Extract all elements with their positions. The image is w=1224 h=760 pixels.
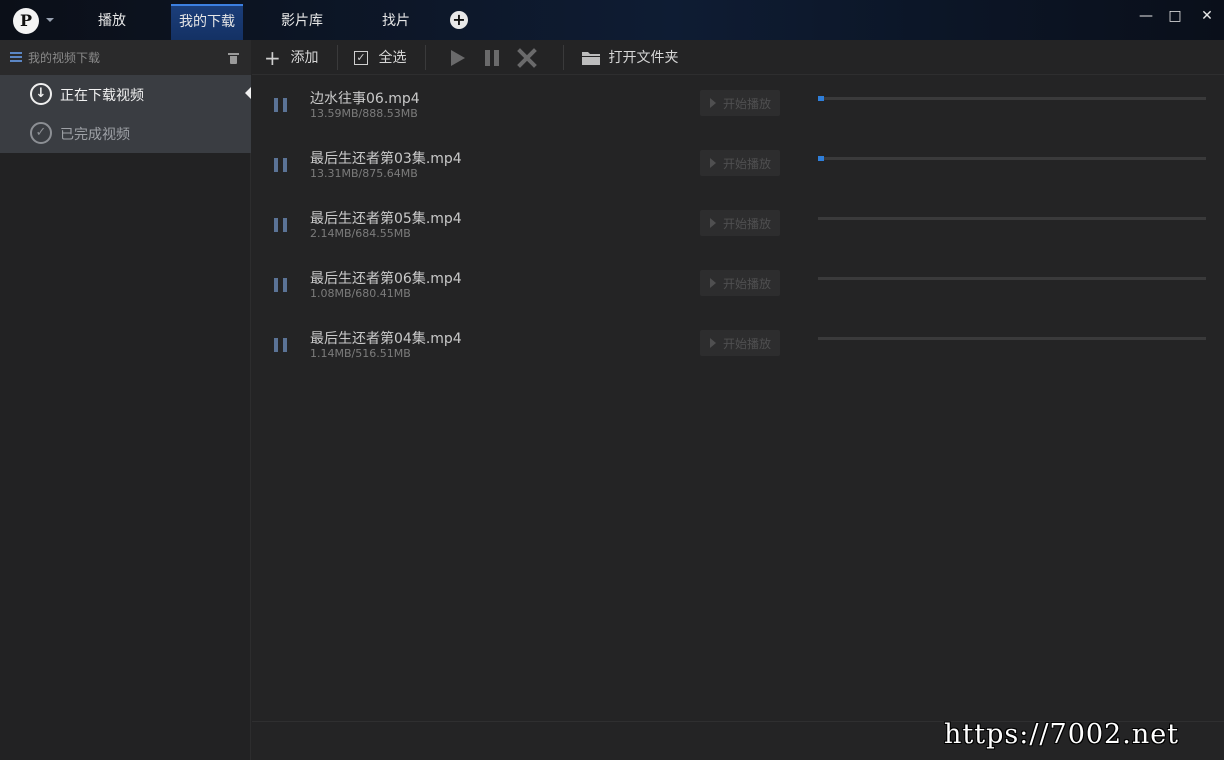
start-play-label: 开始播放 <box>723 217 772 231</box>
pause-icon[interactable] <box>274 278 288 292</box>
sidebar-items: ↓ 正在下载视频 ✓ 已完成视频 <box>0 75 251 153</box>
file-size: 2.14MB/684.55MB <box>310 227 411 240</box>
file-name: 最后生还者第05集.mp4 <box>310 211 462 227</box>
start-play-label: 开始播放 <box>723 157 772 171</box>
start-play-button[interactable]: 开始播放 <box>700 150 780 176</box>
sidebar-item-downloading[interactable]: ↓ 正在下载视频 <box>0 75 251 114</box>
pause-all-icon[interactable] <box>482 48 502 68</box>
list-icon <box>10 52 22 63</box>
trash-icon[interactable] <box>228 52 239 64</box>
app-logo[interactable]: P <box>13 8 39 34</box>
add-tab-button[interactable]: + <box>450 11 468 29</box>
start-play-label: 开始播放 <box>723 97 772 111</box>
check-circle-icon: ✓ <box>30 122 52 144</box>
progress-fill <box>818 96 824 101</box>
progress-bar <box>818 156 1206 161</box>
chevron-down-icon[interactable] <box>46 18 54 22</box>
open-folder-button[interactable]: 打开文件夹 <box>582 48 678 68</box>
download-list: 边水往事06.mp4 13.59MB/888.53MB 开始播放 最后生还者第0… <box>252 76 1224 721</box>
title-bar: P 播放 我的下载 影片库 找片 + — □ ✕ <box>0 0 1224 40</box>
sidebar-header: 我的视频下载 <box>0 40 251 75</box>
progress-bar <box>818 337 1206 340</box>
sidebar-item-completed[interactable]: ✓ 已完成视频 <box>0 114 251 153</box>
toolbar-divider <box>337 45 338 70</box>
file-size: 1.14MB/516.51MB <box>310 347 411 360</box>
toolbar-divider <box>425 45 426 70</box>
start-play-button[interactable]: 开始播放 <box>700 210 780 236</box>
start-play-button[interactable]: 开始播放 <box>700 90 780 116</box>
pause-icon[interactable] <box>274 158 288 172</box>
list-item: 最后生还者第05集.mp4 2.14MB/684.55MB 开始播放 <box>252 196 1224 256</box>
add-button-label: 添加 <box>290 50 319 66</box>
play-icon <box>710 338 716 348</box>
file-size: 13.31MB/875.64MB <box>310 167 418 180</box>
file-name: 最后生还者第06集.mp4 <box>310 271 462 287</box>
selected-pointer-icon <box>245 87 251 99</box>
close-button[interactable]: ✕ <box>1197 6 1217 26</box>
sidebar: 我的视频下载 ↓ 正在下载视频 ✓ 已完成视频 <box>0 40 251 760</box>
play-icon <box>710 158 716 168</box>
pause-icon[interactable] <box>274 338 288 352</box>
progress-bar <box>818 96 1206 101</box>
tab-play[interactable]: 播放 <box>82 4 142 40</box>
sidebar-item-label: 正在下载视频 <box>60 88 144 104</box>
start-play-button[interactable]: 开始播放 <box>700 270 780 296</box>
file-name: 边水往事06.mp4 <box>310 91 420 107</box>
start-play-button[interactable]: 开始播放 <box>700 330 780 356</box>
play-icon <box>710 98 716 108</box>
progress-fill <box>818 156 824 161</box>
list-item: 最后生还者第06集.mp4 1.08MB/680.41MB 开始播放 <box>252 256 1224 316</box>
select-all-label: 全选 <box>378 50 407 66</box>
delete-x-icon[interactable] <box>517 48 537 68</box>
select-all-button[interactable]: ✓ 全选 <box>354 48 406 68</box>
sidebar-item-label: 已完成视频 <box>60 127 130 143</box>
open-folder-label: 打开文件夹 <box>608 50 679 66</box>
pause-icon[interactable] <box>274 98 288 112</box>
tab-my-downloads[interactable]: 我的下载 <box>171 4 243 40</box>
maximize-button[interactable]: □ <box>1165 6 1185 26</box>
play-icon <box>710 218 716 228</box>
start-play-label: 开始播放 <box>723 277 772 291</box>
play-all-icon[interactable] <box>447 48 467 68</box>
list-item: 边水往事06.mp4 13.59MB/888.53MB 开始播放 <box>252 76 1224 136</box>
download-circle-icon: ↓ <box>30 83 52 105</box>
file-name: 最后生还者第03集.mp4 <box>310 151 462 167</box>
toolbar: + 添加 ✓ 全选 打开文件夹 <box>252 40 1224 75</box>
list-item: 最后生还者第03集.mp4 13.31MB/875.64MB 开始播放 <box>252 136 1224 196</box>
file-name: 最后生还者第04集.mp4 <box>310 331 462 347</box>
plus-icon: + <box>264 46 281 70</box>
sidebar-header-label: 我的视频下载 <box>28 51 101 65</box>
toolbar-divider <box>563 45 564 70</box>
minimize-button[interactable]: — <box>1136 6 1156 26</box>
play-icon <box>710 278 716 288</box>
app-window: P 播放 我的下载 影片库 找片 + — □ ✕ 我的视频下载 ↓ 正在下载视频 <box>0 0 1224 760</box>
folder-icon <box>582 52 600 65</box>
file-size: 13.59MB/888.53MB <box>310 107 418 120</box>
watermark-text: https://7002.net <box>944 719 1180 750</box>
progress-bar <box>818 217 1206 220</box>
progress-bar <box>818 277 1206 280</box>
tab-movie-library[interactable]: 影片库 <box>272 4 332 40</box>
file-size: 1.08MB/680.41MB <box>310 287 411 300</box>
checkbox-icon: ✓ <box>354 51 368 65</box>
pause-icon[interactable] <box>274 218 288 232</box>
list-item: 最后生还者第04集.mp4 1.14MB/516.51MB 开始播放 <box>252 316 1224 376</box>
add-button[interactable]: + 添加 <box>264 48 318 68</box>
start-play-label: 开始播放 <box>723 337 772 351</box>
tab-find-movies[interactable]: 找片 <box>368 4 424 40</box>
